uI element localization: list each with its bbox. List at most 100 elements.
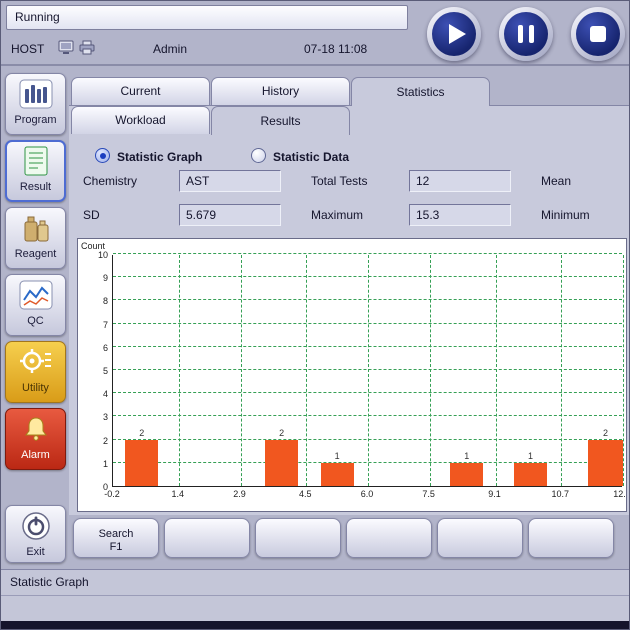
host-connection-icon — [58, 40, 74, 58]
function-key-2[interactable] — [164, 518, 250, 558]
status-bar-text: Statistic Graph — [10, 575, 89, 589]
status-bar: Statistic Graph — [1, 569, 630, 595]
sidebar-label: Reagent — [15, 248, 57, 260]
exit-power-icon — [21, 511, 51, 544]
result-document-icon — [19, 146, 53, 179]
tab-history[interactable]: History — [211, 77, 350, 105]
stop-button[interactable] — [571, 7, 625, 61]
sidebar-label: Program — [14, 114, 56, 126]
y-tick-label: 5 — [80, 366, 108, 376]
maximum-field[interactable]: 15.3 — [409, 204, 511, 226]
minimum-label: Minimum — [541, 208, 590, 222]
statistic-graph-radio[interactable] — [95, 148, 110, 163]
chemistry-label: Chemistry — [83, 174, 137, 188]
histogram-bar — [125, 440, 158, 486]
y-tick-label: 3 — [80, 412, 108, 422]
gridline-vertical — [179, 255, 180, 486]
bar-value-label: 1 — [464, 451, 469, 461]
sidebar-item-exit[interactable]: Exit — [5, 505, 66, 563]
y-tick-label: 7 — [80, 320, 108, 330]
total-tests-label: Total Tests — [311, 174, 367, 188]
sidebar-item-alarm[interactable]: Alarm — [5, 408, 66, 470]
gridline-vertical — [623, 255, 624, 486]
y-tick-label: 4 — [80, 389, 108, 399]
histogram-bar — [265, 440, 298, 486]
histogram-bar — [321, 463, 354, 486]
bottom-strip — [1, 621, 630, 630]
sidebar-label: Utility — [22, 382, 49, 394]
function-key-4[interactable] — [346, 518, 432, 558]
fkey-label-line1: Search — [74, 528, 158, 541]
statistics-panel: Statistic Graph Statistic Data Chemistry… — [69, 105, 630, 515]
y-tick-label: 6 — [80, 343, 108, 353]
sidebar-item-qc[interactable]: QC — [5, 274, 66, 336]
function-key-3[interactable] — [255, 518, 341, 558]
chemistry-field[interactable]: AST — [179, 170, 281, 192]
x-tick-label: 4.5 — [299, 489, 312, 499]
sidebar-item-utility[interactable]: Utility — [5, 341, 66, 403]
sidebar-label: Exit — [26, 546, 44, 558]
analyzer-window: Running HOST Admin 07-18 11:08 Program — [0, 0, 630, 630]
utility-gear-icon — [19, 347, 53, 380]
histogram-bar — [588, 440, 623, 486]
sidebar-item-result[interactable]: Result — [5, 140, 66, 202]
y-tick-label: 8 — [80, 296, 108, 306]
statistic-data-radio-label: Statistic Data — [273, 150, 349, 164]
gridline-vertical — [241, 255, 242, 486]
bar-value-label: 1 — [528, 451, 533, 461]
host-label: HOST — [11, 42, 44, 56]
function-key-6[interactable] — [528, 518, 614, 558]
sidebar-label: Result — [20, 181, 51, 193]
pause-button[interactable] — [499, 7, 553, 61]
plot-area: 221112 — [112, 255, 622, 487]
x-tick-label: 9.1 — [488, 489, 501, 499]
sidebar-item-program[interactable]: Program — [5, 73, 66, 135]
y-tick-label: 2 — [80, 436, 108, 446]
total-tests-field[interactable]: 12 — [409, 170, 511, 192]
histogram-bar — [514, 463, 547, 486]
qc-chart-icon — [19, 280, 53, 313]
sidebar-label: QC — [27, 315, 44, 327]
run-status-text: Running — [15, 10, 60, 24]
x-tick-label: 10.7 — [552, 489, 570, 499]
statistic-data-radio[interactable] — [251, 148, 266, 163]
printer-icon — [79, 40, 95, 58]
reagent-bottle-icon — [19, 213, 53, 246]
bar-value-label: 2 — [139, 428, 144, 438]
play-icon — [432, 12, 476, 56]
datetime: 07-18 11:08 — [304, 42, 367, 56]
sidebar-item-reagent[interactable]: Reagent — [5, 207, 66, 269]
bar-value-label: 2 — [603, 428, 608, 438]
host-row: HOST Admin 07-18 11:08 — [1, 33, 421, 64]
y-tick-label: 9 — [80, 273, 108, 283]
alarm-bell-icon — [19, 414, 53, 447]
x-tick-label: 1.4 — [172, 489, 185, 499]
sd-field[interactable]: 5.679 — [179, 204, 281, 226]
tab-statistics[interactable]: Statistics — [351, 77, 490, 106]
stop-icon — [576, 12, 620, 56]
gridline-vertical — [496, 255, 497, 486]
function-key-5[interactable] — [437, 518, 523, 558]
histogram-bar — [450, 463, 483, 486]
fkey-label-line2: F1 — [74, 541, 158, 554]
tab-current[interactable]: Current — [71, 77, 210, 105]
tab-workload[interactable]: Workload — [71, 106, 210, 134]
sd-label: SD — [83, 208, 100, 222]
statistic-graph-radio-label: Statistic Graph — [117, 150, 202, 164]
gridline-vertical — [561, 255, 562, 486]
x-axis: -0.21.42.94.56.07.59.110.712.2 — [78, 489, 626, 503]
pause-icon — [504, 12, 548, 56]
bar-value-label: 1 — [335, 451, 340, 461]
logged-in-user: Admin — [153, 42, 187, 56]
statistics-histogram-chart: Count 012345678910 221112 -0.21.42.94.56… — [77, 238, 627, 512]
header-divider — [1, 64, 630, 66]
tab-results[interactable]: Results — [211, 106, 350, 135]
mean-label: Mean — [541, 174, 571, 188]
x-tick-label: 12.2 — [613, 489, 627, 499]
x-tick-label: -0.2 — [104, 489, 120, 499]
search-f1-button[interactable]: Search F1 — [73, 518, 159, 558]
program-chart-icon — [19, 79, 53, 112]
start-button[interactable] — [427, 7, 481, 61]
run-status-box: Running — [6, 5, 408, 30]
alert-bar: Insufficient sample Sample position:E1 S… — [1, 595, 630, 621]
